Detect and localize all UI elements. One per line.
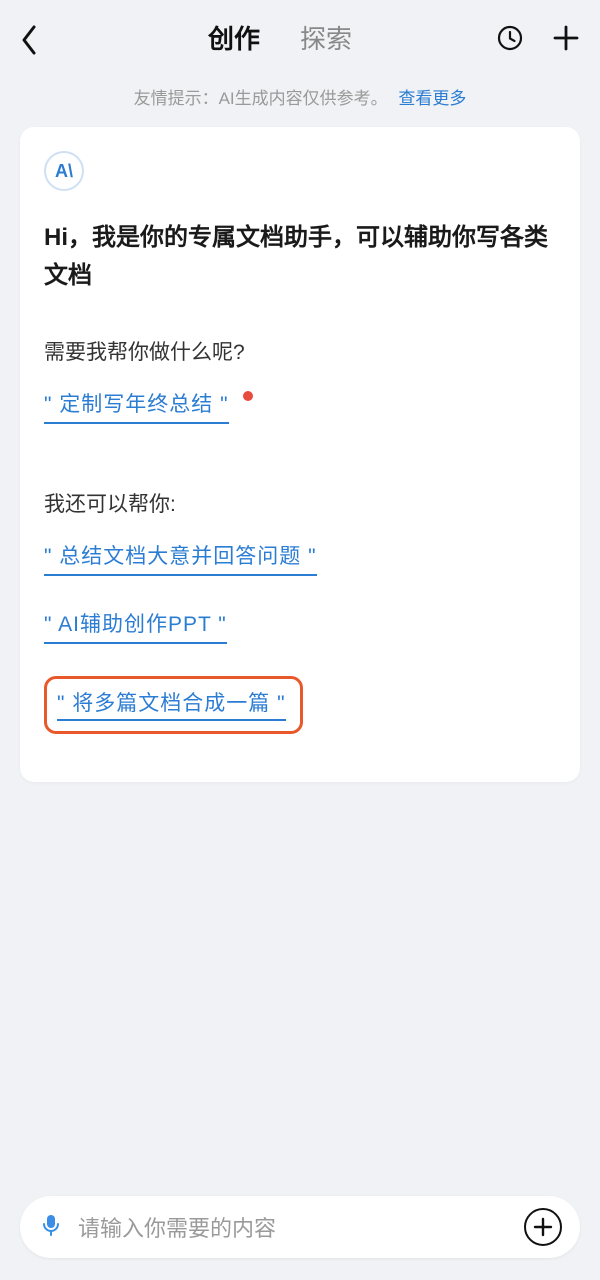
suggestion-row: " AI辅助创作PPT ": [44, 608, 556, 644]
more-label: 我还可以帮你:: [44, 488, 556, 518]
chat-input[interactable]: 请输入你需要的内容: [78, 1211, 510, 1243]
app-header: 创作 探索: [0, 0, 600, 70]
prompt-question: 需要我帮你做什么呢?: [44, 336, 556, 366]
suggestion-merge-docs[interactable]: " 将多篇文档合成一篇 ": [57, 687, 286, 721]
history-button[interactable]: [496, 24, 524, 57]
suggestion-row: " 将多篇文档合成一篇 ": [44, 676, 556, 734]
tip-bar: 友情提示：AI生成内容仅供参考。 查看更多: [0, 70, 600, 127]
clock-icon: [496, 24, 524, 52]
tab-create[interactable]: 创作: [208, 19, 260, 62]
chat-input-bar[interactable]: 请输入你需要的内容: [20, 1196, 580, 1258]
highlighted-suggestion-box: " 将多篇文档合成一篇 ": [44, 676, 303, 734]
greeting-text: Hi，我是你的专属文档助手，可以辅助你写各类文档: [44, 219, 556, 296]
tab-explore[interactable]: 探索: [300, 19, 352, 62]
voice-input-button[interactable]: [38, 1212, 64, 1243]
add-button[interactable]: [524, 1208, 562, 1246]
plus-icon: [533, 1217, 553, 1237]
suggestion-summarize-doc[interactable]: " 总结文档大意并回答问题 ": [44, 540, 317, 576]
chevron-left-icon: [20, 25, 38, 55]
suggestion-primary-row: " 定制写年终总结 ": [44, 388, 556, 424]
spacer: [0, 782, 600, 1184]
header-tabs: 创作 探索: [60, 19, 500, 62]
header-actions: [500, 24, 580, 57]
tip-link[interactable]: 查看更多: [398, 89, 466, 108]
assistant-card: A\ Hi，我是你的专属文档助手，可以辅助你写各类文档 需要我帮你做什么呢? "…: [20, 127, 580, 782]
ai-avatar: A\: [44, 151, 84, 191]
tip-text: 友情提示：AI生成内容仅供参考。: [134, 89, 388, 108]
new-badge-dot: [243, 391, 253, 401]
suggestion-ai-ppt[interactable]: " AI辅助创作PPT ": [44, 608, 227, 644]
suggestion-year-summary[interactable]: " 定制写年终总结 ": [44, 388, 229, 424]
plus-icon: [552, 24, 580, 52]
new-button[interactable]: [552, 24, 580, 57]
suggestion-row: " 总结文档大意并回答问题 ": [44, 540, 556, 576]
back-button[interactable]: [20, 25, 60, 55]
microphone-icon: [38, 1212, 64, 1238]
